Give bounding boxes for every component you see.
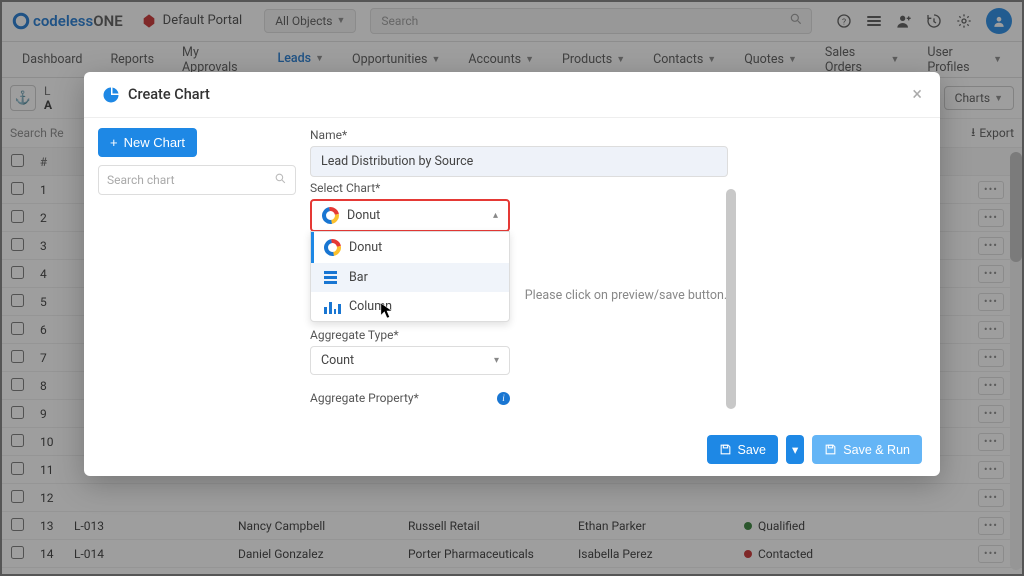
aggregate-type-label: Aggregate Type* (310, 328, 510, 342)
column-icon (324, 300, 341, 314)
donut-icon (321, 236, 345, 260)
preview-scrollbar[interactable] (726, 189, 736, 401)
chevron-down-icon: ▾ (494, 355, 499, 366)
new-chart-button[interactable]: + New Chart (98, 128, 197, 157)
modal-title: Create Chart (102, 86, 210, 104)
bar-icon (324, 271, 341, 285)
name-label: Name* (310, 128, 728, 142)
pie-chart-icon (102, 86, 120, 104)
save-dropdown[interactable]: ▾ (786, 435, 804, 464)
close-button[interactable]: × (912, 84, 922, 105)
chart-type-dropdown: Donut Bar Column (310, 231, 510, 322)
create-chart-modal: Create Chart × + New Chart Search chart … (84, 72, 940, 476)
name-input[interactable]: Lead Distribution by Source (310, 146, 728, 177)
chart-type-select[interactable]: Donut ▴ (310, 199, 510, 232)
chart-option-donut[interactable]: Donut (311, 232, 509, 263)
save-icon (824, 443, 837, 456)
donut-icon (319, 204, 343, 228)
chart-search-input[interactable]: Search chart (98, 165, 296, 195)
info-icon[interactable]: i (497, 392, 510, 405)
save-icon (719, 443, 732, 456)
aggregate-property-label: Aggregate Property* i (310, 391, 510, 405)
search-icon (274, 172, 287, 188)
aggregate-type-select[interactable]: Count ▾ (310, 346, 510, 375)
chart-preview-area: Please click on preview/save button. (524, 181, 728, 409)
modal-overlay: Create Chart × + New Chart Search chart … (0, 0, 1024, 576)
chart-option-bar[interactable]: Bar (311, 263, 509, 292)
chevron-up-icon: ▴ (493, 210, 498, 221)
save-button[interactable]: Save (707, 435, 779, 464)
save-and-run-button[interactable]: Save & Run (812, 435, 922, 464)
chart-option-column[interactable]: Column (311, 292, 509, 321)
select-chart-label: Select Chart* (310, 181, 510, 195)
